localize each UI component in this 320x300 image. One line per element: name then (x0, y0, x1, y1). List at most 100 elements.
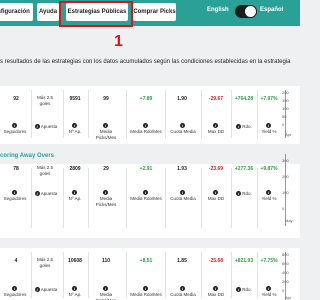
info-icon[interactable]: i (180, 123, 185, 129)
apuesta-label: i Apuesta (34, 287, 58, 293)
divider (88, 168, 89, 228)
chart-tick: 400 (282, 270, 289, 275)
language-english-label: English (207, 7, 229, 13)
rdo-value: +764.28 (234, 96, 254, 102)
divider (88, 90, 89, 138)
rdo-value: +277.36 (234, 166, 254, 172)
info-icon[interactable]: i (72, 123, 77, 129)
chart-tick: 0 (282, 206, 285, 211)
info-icon[interactable]: i (72, 286, 77, 292)
cuota-media-label: i Cuota Media (170, 123, 196, 134)
seguidores-value: 78 (13, 166, 19, 172)
divider (63, 168, 64, 228)
max-dd-value: -25.68 (208, 258, 224, 264)
divider (31, 168, 32, 228)
seguidores-value: 4 (14, 258, 18, 264)
strategy-card[interactable]: 4 i Seguidores Más 2.5 goles i Apuesta 106… (0, 248, 300, 300)
info-icon[interactable]: i (103, 286, 108, 292)
media-rdo-label: i Media Rdo/Mes (130, 123, 162, 134)
media-picks-value: 29 (103, 166, 109, 172)
seguidores-label: i Seguidores (3, 190, 27, 201)
info-icon[interactable]: i (12, 286, 17, 292)
info-icon[interactable]: i (213, 123, 218, 129)
divider (63, 90, 64, 138)
rdo-label: i Rdo. (236, 124, 252, 130)
media-rdo-value: +8.51 (139, 258, 153, 264)
strategy-card[interactable]: 92 i Seguidores Más 2.5 goles i Apuesta 95… (0, 86, 300, 144)
media-picks-label: iMedia Picks/Mes (96, 286, 116, 300)
max-dd-label: i Max DD (207, 286, 225, 297)
media-picks-value: 99 (103, 96, 109, 102)
media-rdo-value: +7.89 (139, 96, 153, 102)
info-icon[interactable]: i (103, 190, 108, 196)
highlight-annotation-box (59, 1, 133, 27)
mas25-label: Más 2.5 goles (36, 95, 53, 106)
mini-chart: 300 200 100 0 May (282, 154, 300, 226)
nap-value: 9591 (69, 96, 81, 102)
cuota-media-value: 1.93 (177, 166, 187, 172)
strategy-card[interactable]: coring Away Overs 78 i Seguidores Más 2.5… (0, 152, 300, 240)
configuracion-button[interactable]: nfiguración (0, 3, 33, 21)
chart-tick: 600 (282, 261, 289, 266)
chart-axis (285, 252, 286, 300)
divider (126, 168, 127, 228)
info-icon[interactable]: i (72, 190, 77, 196)
info-icon[interactable]: i (266, 286, 271, 292)
divider (201, 90, 202, 138)
divider (201, 168, 202, 228)
yield-label: i Yield % (261, 123, 277, 134)
chart-tick: 100 (282, 106, 289, 111)
comprar-picks-button[interactable]: Comprar Picks (133, 3, 176, 21)
cuota-media-label: i Cuota Media (170, 286, 196, 297)
info-icon[interactable]: i (266, 190, 271, 196)
info-icon[interactable]: i (143, 286, 148, 292)
media-rdo-label: i Media Rdo/Mes (130, 286, 162, 297)
divider (165, 90, 166, 138)
yield-label: i Yield % (261, 286, 277, 297)
intro-text: s resultados de las estrategias con los … (0, 59, 291, 65)
mini-chart: 200 150 100 50 0 Apr (282, 90, 300, 138)
yield-value: +7.97% (260, 96, 278, 102)
chart-tick: 800 (282, 252, 289, 257)
info-icon[interactable]: i (143, 123, 148, 129)
seguidores-label: i Seguidores (3, 286, 27, 297)
rdo-value: +821.93 (234, 258, 254, 264)
info-icon[interactable]: i (143, 190, 148, 196)
chart-tick: 200 (282, 90, 289, 95)
seguidores-label: i Seguidores (3, 123, 27, 134)
chart-tick: 150 (282, 98, 289, 103)
nap-value: 2809 (69, 166, 81, 172)
nap-value: 10608 (68, 258, 82, 264)
info-icon[interactable]: i (213, 286, 218, 292)
max-dd-value: -23.69 (208, 166, 224, 172)
max-dd-label: i Max DD (207, 190, 225, 201)
info-icon[interactable]: i (34, 287, 40, 293)
info-icon[interactable]: i (266, 123, 271, 129)
info-icon[interactable]: i (34, 191, 40, 197)
info-icon[interactable]: i (236, 191, 242, 197)
ayuda-button[interactable]: Ayuda (37, 3, 59, 21)
chart-x-label: Apr (285, 132, 292, 137)
info-icon[interactable]: i (180, 190, 185, 196)
cuota-media-label: i Cuota Media (170, 190, 196, 201)
media-picks-label: iMedia Picks/Mes (95, 190, 117, 207)
info-icon[interactable]: i (12, 190, 17, 196)
rdo-label: i Rdo. (236, 191, 252, 197)
language-toggle-icon[interactable] (235, 5, 257, 18)
cuota-media-value: 1.85 (177, 258, 187, 264)
nap-label: i Nº Ap. (68, 190, 82, 201)
yield-label: i Yield % (261, 190, 277, 201)
info-icon[interactable]: i (236, 124, 242, 130)
info-icon[interactable]: i (34, 124, 40, 130)
language-spanish-label: Español (260, 7, 284, 13)
info-icon[interactable]: i (103, 123, 108, 129)
mas25-label: Más 2.5 goles (36, 165, 53, 176)
info-icon[interactable]: i (236, 287, 242, 293)
strategy-title[interactable]: coring Away Overs (0, 153, 54, 159)
info-icon[interactable]: i (180, 286, 185, 292)
info-icon[interactable]: i (213, 190, 218, 196)
divider (31, 90, 32, 138)
info-icon[interactable]: i (12, 123, 17, 129)
media-picks-value: 110 (101, 258, 111, 264)
divider (126, 90, 127, 138)
